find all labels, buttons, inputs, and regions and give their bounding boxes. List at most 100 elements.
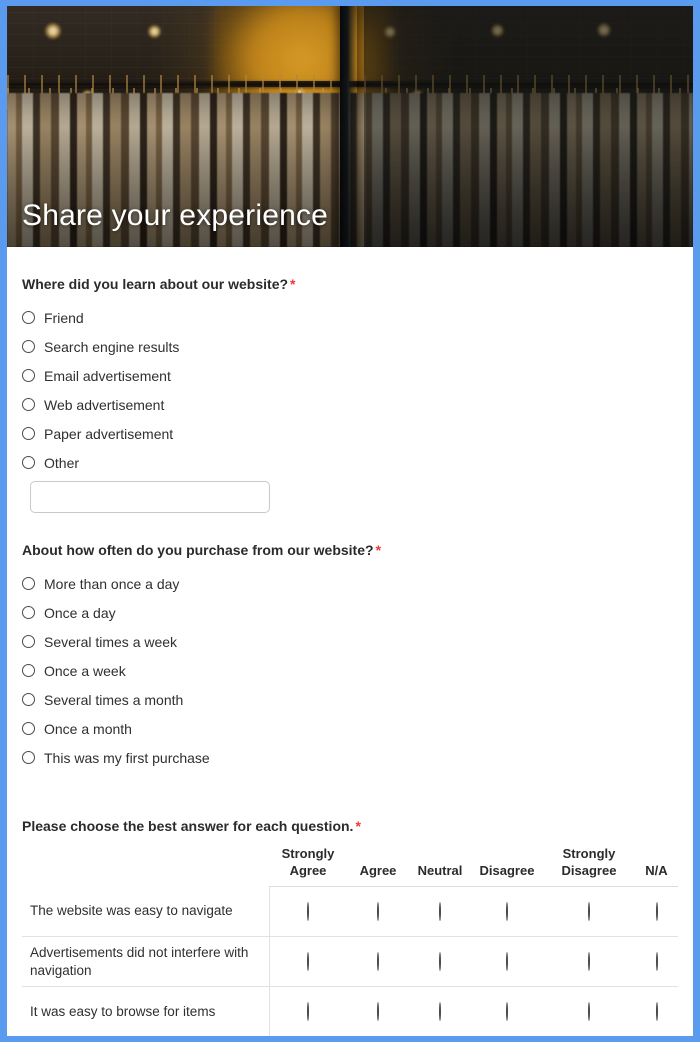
radio-icon[interactable] [22, 722, 35, 735]
matrix-column-header-neutral: Neutral [409, 845, 471, 887]
matrix-column-header-agree: Agree [347, 845, 409, 887]
matrix-column-header-strongly-agree: Strongly Agree [269, 845, 347, 887]
matrix-row-label: The website was easy to navigate [22, 886, 270, 937]
radio-option-label: Once a month [44, 720, 132, 737]
radio-option-label: Paper advertisement [44, 425, 174, 442]
radio-option-other[interactable]: Other [22, 448, 678, 477]
radio-option-several-times-a-week[interactable]: Several times a week [22, 627, 678, 656]
radio-option-label: This was my first purchase [44, 749, 210, 766]
required-asterisk: * [375, 542, 382, 558]
radio-option-label: More than once a day [44, 575, 180, 592]
radio-option-this-was-my-first-purchase[interactable]: This was my first purchase [22, 743, 678, 772]
radio-icon[interactable] [655, 901, 658, 921]
required-asterisk: * [355, 818, 361, 834]
radio-icon[interactable] [588, 1001, 590, 1021]
survey-form: Where did you learn about our website? * … [7, 247, 693, 1036]
question-label: Where did you learn about our website? * [22, 275, 678, 293]
matrix-cell[interactable] [269, 886, 347, 937]
matrix-column-header-disagree: Disagree [471, 845, 543, 887]
radio-option-several-times-a-month[interactable]: Several times a month [22, 685, 678, 714]
radio-icon[interactable] [588, 901, 590, 921]
radio-icon[interactable] [22, 606, 35, 619]
matrix-cell[interactable] [543, 886, 635, 937]
matrix-cell[interactable] [635, 886, 678, 937]
radio-icon[interactable] [506, 951, 508, 971]
radio-icon[interactable] [22, 635, 35, 648]
radio-icon[interactable] [22, 340, 35, 353]
question-label: Please choose the best answer for each q… [22, 817, 678, 835]
radio-option-friend[interactable]: Friend [22, 303, 678, 332]
radio-icon[interactable] [22, 456, 35, 469]
radio-option-once-a-week[interactable]: Once a week [22, 656, 678, 685]
radio-icon[interactable] [307, 951, 310, 971]
matrix-cell[interactable] [471, 886, 543, 937]
matrix-cell[interactable] [347, 886, 409, 937]
radio-icon[interactable] [22, 311, 35, 324]
question-text: Where did you learn about our website? [22, 276, 289, 292]
radio-icon[interactable] [22, 664, 35, 677]
matrix-cell[interactable] [269, 986, 347, 1036]
radio-option-once-a-month[interactable]: Once a month [22, 714, 678, 743]
matrix-corner-cell [22, 845, 269, 887]
radio-option-web-advertisement[interactable]: Web advertisement [22, 390, 678, 419]
other-text-input[interactable] [30, 481, 270, 513]
required-asterisk: * [290, 276, 296, 292]
radio-option-more-than-once-a-day[interactable]: More than once a day [22, 569, 678, 598]
matrix-cell[interactable] [347, 986, 409, 1036]
matrix-column-header-strongly-disagree: Strongly Disagree [543, 845, 635, 887]
radio-icon[interactable] [377, 901, 379, 921]
radio-option-label: Search engine results [44, 338, 180, 355]
matrix-cell[interactable] [543, 936, 635, 987]
radio-icon[interactable] [439, 1001, 441, 1021]
question-text: About how often do you purchase from our… [22, 542, 374, 558]
radio-icon[interactable] [22, 577, 35, 590]
matrix-cell[interactable] [269, 936, 347, 987]
page-title: Share your experience [22, 199, 329, 232]
radio-option-label: Once a week [44, 662, 126, 679]
radio-option-search-engine-results[interactable]: Search engine results [22, 332, 678, 361]
radio-icon[interactable] [506, 901, 508, 921]
radio-option-once-a-day[interactable]: Once a day [22, 598, 678, 627]
matrix-row-label: Advertisements did not interfere with na… [22, 936, 270, 987]
radio-icon[interactable] [307, 1001, 310, 1021]
radio-icon[interactable] [506, 1001, 508, 1021]
matrix-row: The website was easy to navigate [22, 886, 678, 937]
matrix-cell[interactable] [409, 986, 471, 1036]
survey-page: Share your experience Where did you lear… [7, 6, 693, 1036]
radio-icon[interactable] [22, 751, 35, 764]
hero-banner: Share your experience [7, 6, 693, 247]
radio-icon[interactable] [22, 398, 35, 411]
question-purchase-frequency: About how often do you purchase from our… [22, 513, 678, 772]
matrix-cell[interactable] [471, 936, 543, 987]
radio-icon[interactable] [377, 1001, 379, 1021]
radio-icon[interactable] [655, 951, 658, 971]
matrix-cell[interactable] [409, 936, 471, 987]
matrix-cell[interactable] [543, 986, 635, 1036]
question-learn-about-website: Where did you learn about our website? * … [22, 247, 678, 513]
matrix-cell[interactable] [635, 936, 678, 987]
radio-icon[interactable] [377, 951, 379, 971]
matrix-row-label: It was easy to browse for items [22, 986, 270, 1036]
matrix-cell[interactable] [409, 886, 471, 937]
radio-option-label: Other [44, 454, 80, 471]
radio-icon[interactable] [22, 693, 35, 706]
matrix-cell[interactable] [347, 936, 409, 987]
radio-option-paper-advertisement[interactable]: Paper advertisement [22, 419, 678, 448]
radio-option-label: Friend [44, 309, 84, 326]
question-text: Please choose the best answer for each q… [22, 818, 354, 834]
radio-icon[interactable] [22, 369, 35, 382]
radio-icon[interactable] [22, 427, 35, 440]
matrix-cell[interactable] [635, 986, 678, 1036]
radio-icon[interactable] [655, 1001, 658, 1021]
radio-option-email-advertisement[interactable]: Email advertisement [22, 361, 678, 390]
radio-option-label: Several times a month [44, 691, 184, 708]
radio-icon[interactable] [307, 901, 310, 921]
matrix-cell[interactable] [471, 986, 543, 1036]
radio-icon[interactable] [439, 951, 441, 971]
matrix-row: It was easy to browse for items [22, 986, 678, 1036]
matrix-row: Advertisements did not interfere with na… [22, 936, 678, 987]
matrix-table: Strongly Agree Agree Neutral Disagree St… [22, 845, 678, 1036]
radio-icon[interactable] [439, 901, 441, 921]
radio-icon[interactable] [588, 951, 590, 971]
question-best-answer-matrix: Please choose the best answer for each q… [22, 772, 678, 1036]
